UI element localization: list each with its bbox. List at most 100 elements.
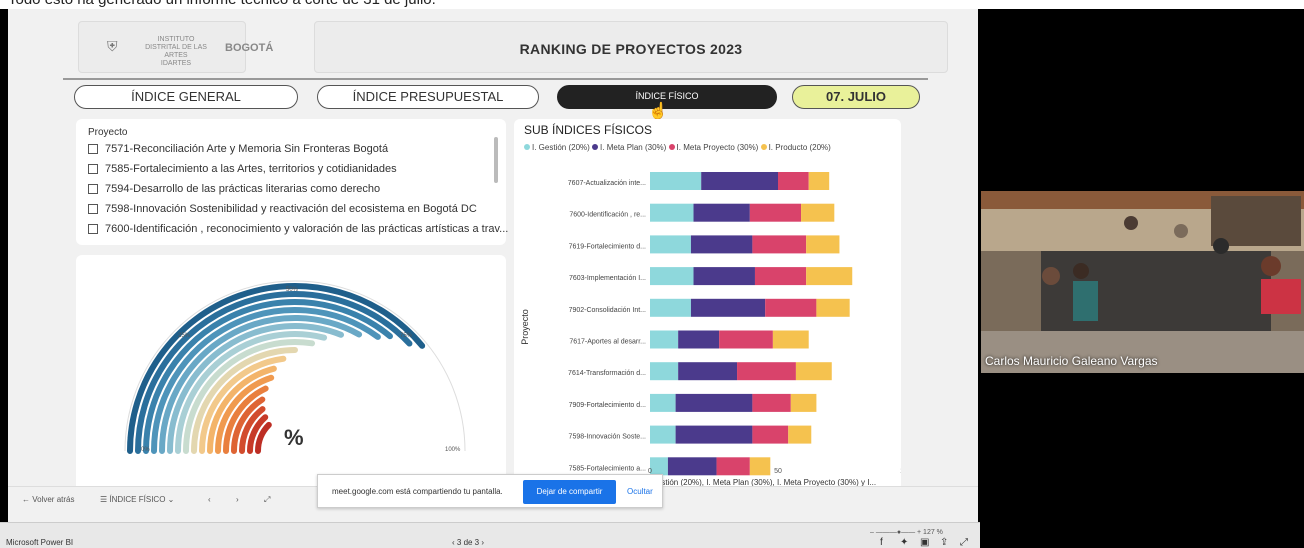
bar-segment[interactable] — [678, 362, 738, 381]
sub-indices-chart-panel: SUB ÍNDICES FÍSICOS I. Gestión (20%) I. … — [514, 119, 901, 491]
bar-segment[interactable] — [675, 393, 753, 412]
y-tick-label: 7598-Innovación Soste... — [569, 434, 646, 441]
zoom-control[interactable]: – ———●—— + 127 % — [870, 529, 943, 536]
bar-segment[interactable] — [716, 457, 750, 476]
gauge-center-label: % — [284, 425, 304, 450]
prev-page-icon[interactable]: ‹ — [208, 495, 211, 504]
org-line2: IDARTES — [160, 60, 192, 67]
checkbox[interactable] — [88, 164, 98, 174]
share-icon[interactable]: ⇪ — [940, 537, 948, 548]
bar-segment[interactable] — [806, 267, 853, 286]
gauge-arc[interactable] — [255, 421, 272, 454]
subtitle-caption: Todo esto ha generado un informe técnico… — [0, 0, 1304, 9]
bar-segment[interactable] — [701, 172, 778, 190]
hide-link[interactable]: Ocultar — [627, 487, 653, 496]
checkbox[interactable] — [88, 204, 98, 214]
back-button[interactable]: ← Volver atrás — [22, 495, 74, 504]
bar-segment[interactable] — [778, 172, 809, 190]
gauge-label-0: 0% — [141, 447, 150, 453]
caption-text: Todo esto ha generado un informe técnico… — [8, 0, 436, 8]
bar-segment[interactable] — [752, 393, 791, 412]
bar-segment[interactable] — [650, 203, 694, 222]
bar-segment[interactable] — [795, 362, 832, 381]
screen: Todo esto ha generado un informe técnico… — [0, 0, 1304, 548]
slicer-item[interactable]: 7600-Identificación , reconocimiento y v… — [88, 219, 508, 239]
slicer-item[interactable]: 7585-Fortalecimiento a las Artes, territ… — [88, 159, 508, 179]
org-name: INSTITUTO DISTRITAL DE LAS ARTES IDARTES — [141, 36, 211, 68]
fullscreen-icon[interactable]: ⤢ — [264, 495, 270, 505]
bar-segment[interactable] — [816, 298, 850, 317]
checkbox[interactable] — [88, 144, 98, 154]
share-message: meet.google.com está compartiendo tu pan… — [332, 487, 503, 496]
bar-segment[interactable] — [678, 330, 720, 349]
y-tick-label: 7619-Fortalecimiento d... — [569, 243, 646, 250]
y-axis-title: Proyecto — [520, 309, 530, 345]
zoom-level: 127 % — [923, 529, 943, 536]
hand-cursor-icon: ☝ — [648, 103, 668, 120]
bar-segment[interactable] — [806, 235, 840, 254]
bar-segment[interactable] — [790, 393, 817, 412]
slicer-item[interactable]: 7594-Desarrollo de las prácticas literar… — [88, 179, 508, 199]
linkedin-icon[interactable]: ▣ — [920, 537, 929, 548]
month-filter-button[interactable]: 07. JULIO — [792, 85, 920, 109]
facebook-icon[interactable]: f — [880, 537, 883, 548]
twitter-icon[interactable]: ✦ — [900, 537, 908, 548]
expand-icon[interactable]: ⤢ — [960, 537, 968, 548]
bar-segment[interactable] — [752, 425, 789, 444]
org-small: INSTITUTO — [157, 36, 195, 43]
screen-share-bar: meet.google.com está compartiendo tu pan… — [317, 474, 663, 508]
y-tick-label: 7617-Aportes al desarr... — [569, 339, 646, 346]
back-label: Volver atrás — [32, 495, 75, 504]
participant-name: Carlos Mauricio Galeano Vargas — [985, 354, 1158, 368]
bar-segment[interactable] — [788, 425, 812, 444]
bar-segment[interactable] — [772, 330, 809, 349]
y-tick-label: 7603-Implementación I... — [569, 275, 646, 282]
slicer-item[interactable]: 7571-Reconciliación Arte y Memoria Sin F… — [88, 139, 508, 159]
bar-segment[interactable] — [749, 457, 771, 476]
bar-segment[interactable] — [690, 298, 766, 317]
bar-segment[interactable] — [765, 298, 817, 317]
bar-segment[interactable] — [719, 330, 773, 349]
checkbox[interactable] — [88, 184, 98, 194]
bar-segment[interactable] — [650, 393, 676, 412]
bar-segment[interactable] — [650, 267, 694, 286]
bar-segment[interactable] — [650, 172, 702, 190]
y-tick-label: 7585-Fortalecimiento a... — [569, 465, 646, 472]
y-tick-label: 7902-Consolidación Int... — [569, 307, 646, 314]
bar-segment[interactable] — [650, 362, 679, 381]
bar-segment[interactable] — [749, 203, 802, 222]
gauge-label-75: 75% — [400, 333, 413, 339]
bar-segment[interactable] — [808, 172, 830, 190]
radial-gauge-chart: 0% 25% 50% 75% 100% % — [124, 280, 466, 454]
scrollbar[interactable] — [494, 137, 498, 183]
tab-indice-presupuestal[interactable]: ÍNDICE PRESUPUESTAL — [317, 85, 539, 109]
bar-segment[interactable] — [690, 235, 753, 254]
power-bi-report: ⛨ INSTITUTO DISTRITAL DE LAS ARTES IDARTES… — [8, 9, 978, 522]
bar-segment[interactable] — [754, 267, 807, 286]
page-count: 3 de 3 — [456, 538, 480, 547]
y-tick-label: 7607-Actualización inte... — [568, 180, 646, 187]
page-selector[interactable]: ☰ ÍNDICE FÍSICO ⌄ — [100, 495, 174, 504]
bar-segment[interactable] — [801, 203, 835, 222]
bar-segment[interactable] — [650, 457, 668, 476]
bar-segment[interactable] — [650, 298, 691, 317]
stop-sharing-button[interactable]: Dejar de compartir — [523, 480, 616, 504]
tab-indice-general[interactable]: ÍNDICE GENERAL — [74, 85, 298, 109]
slicer-item[interactable]: 7598-Innovación Sostenibilidad y reactiv… — [88, 199, 508, 219]
bar-segment[interactable] — [650, 235, 691, 254]
bar-segment[interactable] — [693, 203, 750, 222]
bar-segment[interactable] — [650, 425, 676, 444]
next-page-icon[interactable]: › — [236, 495, 239, 504]
bar-segment[interactable] — [752, 235, 807, 254]
bar-segment[interactable] — [667, 457, 717, 476]
meeting-room-video — [981, 191, 1304, 373]
app-name: Microsoft Power BI — [6, 538, 74, 547]
checkbox[interactable] — [88, 224, 98, 234]
page-selector-label: ÍNDICE FÍSICO — [109, 495, 166, 504]
bar-segment[interactable] — [650, 330, 679, 349]
bar-segment[interactable] — [693, 267, 755, 286]
bar-segment[interactable] — [737, 362, 796, 381]
bar-segment[interactable] — [675, 425, 753, 444]
divider — [63, 78, 928, 80]
slicer-item-label: 7585-Fortalecimiento a las Artes, territ… — [105, 163, 397, 175]
